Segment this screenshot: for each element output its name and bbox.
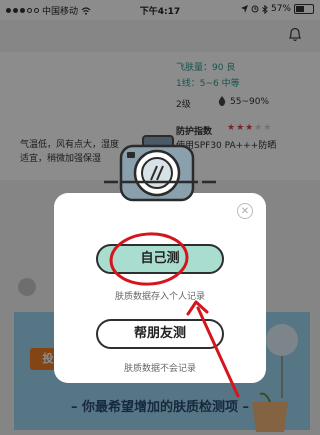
friend-test-note: 肤质数据不会记录 <box>123 364 196 374</box>
self-test-note: 肤质数据存入个人记录 <box>114 292 205 302</box>
decorative-lines <box>104 180 216 184</box>
friend-test-button[interactable]: 帮朋友测 <box>96 319 224 349</box>
camera-icon <box>119 135 195 202</box>
self-test-button[interactable]: 自己测 <box>96 244 224 274</box>
app-screen: 中国移动 下午4:17 57% 飞肤量：90 良 1线：5~6 中等 2级 55… <box>0 0 320 435</box>
close-icon[interactable]: ✕ <box>237 203 253 219</box>
test-mode-dialog <box>54 193 266 383</box>
